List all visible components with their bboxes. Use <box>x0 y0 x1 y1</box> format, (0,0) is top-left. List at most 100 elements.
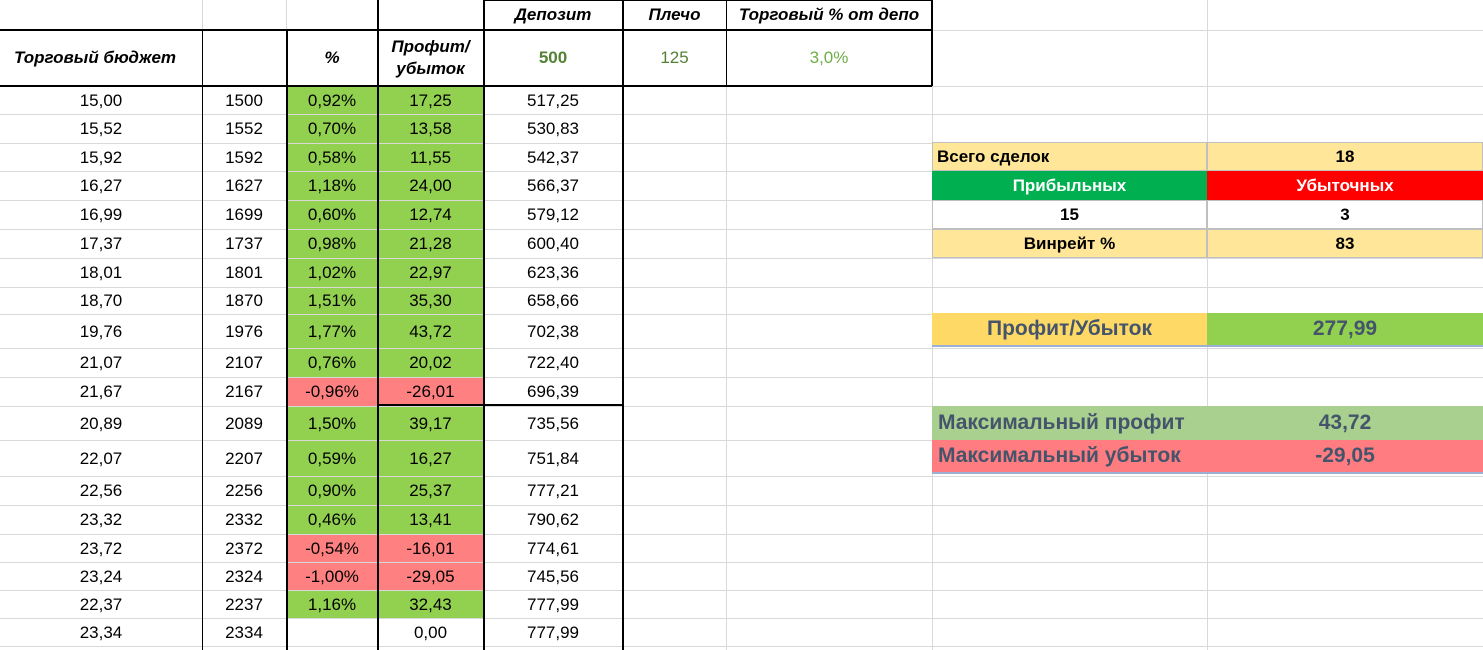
winrate-label[interactable]: Винрейт % <box>932 229 1207 258</box>
deposit-cell[interactable]: 774,61 <box>483 535 623 562</box>
wins-value[interactable]: 15 <box>932 200 1207 229</box>
deposit-cell[interactable]: 735,56 <box>483 407 623 440</box>
budget-cell[interactable]: 23,24 <box>0 563 202 590</box>
deposit-cell[interactable]: 579,12 <box>483 201 623 229</box>
percent-cell[interactable]: -1,00% <box>286 563 378 590</box>
budget-cell[interactable]: 16,27 <box>0 172 202 200</box>
header-budget[interactable]: Торговый бюджет <box>0 30 202 86</box>
percent-cell[interactable]: 1,02% <box>286 259 378 287</box>
budget-cell[interactable]: 18,70 <box>0 288 202 314</box>
deposit-cell[interactable]: 658,66 <box>483 288 623 314</box>
budget-cell[interactable]: 22,07 <box>0 441 202 476</box>
percent-cell[interactable]: 1,18% <box>286 172 378 200</box>
percent-cell[interactable]: 0,59% <box>286 441 378 476</box>
percent-cell[interactable]: -0,96% <box>286 378 378 406</box>
profit-loss-cell[interactable]: -16,01 <box>378 535 483 562</box>
pl-value[interactable]: 277,99 <box>1207 313 1483 347</box>
profit-loss-cell[interactable]: 13,58 <box>378 115 483 143</box>
deposit-cell[interactable]: 722,40 <box>483 349 623 377</box>
budget-cell[interactable]: 23,72 <box>0 535 202 562</box>
position-size-cell[interactable]: 2237 <box>202 591 286 618</box>
percent-cell[interactable]: 0,46% <box>286 506 378 534</box>
max-loss-value[interactable]: -29,05 <box>1207 440 1483 474</box>
profit-loss-cell[interactable]: 43,72 <box>378 315 483 348</box>
percent-cell[interactable]: 1,16% <box>286 591 378 618</box>
percent-cell[interactable]: 1,51% <box>286 288 378 314</box>
position-size-cell[interactable]: 2324 <box>202 563 286 590</box>
percent-cell[interactable]: 0,90% <box>286 477 378 505</box>
winrate-value[interactable]: 83 <box>1207 229 1483 258</box>
percent-cell[interactable]: -0,54% <box>286 535 378 562</box>
budget-cell[interactable]: 15,92 <box>0 144 202 171</box>
percent-cell[interactable]: 1,77% <box>286 315 378 348</box>
profit-loss-cell[interactable]: -26,01 <box>378 378 483 406</box>
budget-cell[interactable]: 20,89 <box>0 407 202 440</box>
percent-cell[interactable]: 0,58% <box>286 144 378 171</box>
deposit-cell[interactable]: 745,56 <box>483 563 623 590</box>
deposit-cell[interactable]: 777,99 <box>483 591 623 618</box>
header-deposit[interactable]: Депозит <box>483 0 623 30</box>
profit-loss-cell[interactable]: 11,55 <box>378 144 483 171</box>
budget-cell[interactable]: 23,32 <box>0 506 202 534</box>
position-size-cell[interactable]: 1627 <box>202 172 286 200</box>
profit-loss-cell[interactable]: 13,41 <box>378 506 483 534</box>
profit-loss-cell[interactable]: 16,27 <box>378 441 483 476</box>
losses-value[interactable]: 3 <box>1207 200 1483 229</box>
profit-loss-cell[interactable]: 21,28 <box>378 230 483 258</box>
percent-cell[interactable]: 0,70% <box>286 115 378 143</box>
position-size-cell[interactable]: 1592 <box>202 144 286 171</box>
position-size-cell[interactable]: 1976 <box>202 315 286 348</box>
budget-cell[interactable]: 18,01 <box>0 259 202 287</box>
deposit-value[interactable]: 500 <box>483 30 623 86</box>
budget-cell[interactable]: 21,67 <box>0 378 202 406</box>
deposit-cell[interactable]: 517,25 <box>483 87 623 114</box>
profit-loss-cell[interactable]: 0,00 <box>378 619 483 646</box>
header-percent[interactable]: % <box>286 30 378 86</box>
profit-loss-cell[interactable]: 22,97 <box>378 259 483 287</box>
header-leverage[interactable]: Плечо <box>623 0 726 30</box>
position-size-cell[interactable]: 1737 <box>202 230 286 258</box>
deposit-cell[interactable]: 600,40 <box>483 230 623 258</box>
budget-cell[interactable]: 16,99 <box>0 201 202 229</box>
percent-cell[interactable]: 0,92% <box>286 87 378 114</box>
max-profit-label[interactable]: Максимальный профит <box>932 406 1207 440</box>
percent-cell[interactable]: 0,98% <box>286 230 378 258</box>
position-size-cell[interactable]: 2372 <box>202 535 286 562</box>
position-size-cell[interactable]: 2089 <box>202 407 286 440</box>
profit-loss-cell[interactable]: -29,05 <box>378 563 483 590</box>
deposit-cell[interactable]: 790,62 <box>483 506 623 534</box>
deposit-cell[interactable]: 777,99 <box>483 619 623 646</box>
deposit-cell[interactable]: 777,21 <box>483 477 623 505</box>
profit-loss-cell[interactable]: 39,17 <box>378 407 483 440</box>
max-profit-value[interactable]: 43,72 <box>1207 406 1483 440</box>
percent-cell[interactable]: 1,50% <box>286 407 378 440</box>
profit-loss-cell[interactable]: 25,37 <box>378 477 483 505</box>
header-profit-loss[interactable]: Профит/ убыток <box>378 30 483 86</box>
trade-pct-value[interactable]: 3,0% <box>726 30 932 86</box>
budget-cell[interactable]: 17,37 <box>0 230 202 258</box>
position-size-cell[interactable]: 1552 <box>202 115 286 143</box>
position-size-cell[interactable]: 2334 <box>202 619 286 646</box>
deposit-cell[interactable]: 751,84 <box>483 441 623 476</box>
position-size-cell[interactable]: 2167 <box>202 378 286 406</box>
profit-loss-cell[interactable]: 35,30 <box>378 288 483 314</box>
deposit-cell[interactable]: 696,39 <box>483 378 623 406</box>
header-trade-pct[interactable]: Торговый % от депо <box>726 0 932 30</box>
budget-cell[interactable]: 15,52 <box>0 115 202 143</box>
percent-cell[interactable] <box>286 619 378 646</box>
budget-cell[interactable]: 22,56 <box>0 477 202 505</box>
profit-loss-cell[interactable]: 17,25 <box>378 87 483 114</box>
deposit-cell[interactable]: 623,36 <box>483 259 623 287</box>
total-trades-label[interactable]: Всего сделок <box>932 142 1207 171</box>
budget-cell[interactable]: 23,34 <box>0 619 202 646</box>
position-size-cell[interactable]: 2207 <box>202 441 286 476</box>
deposit-cell[interactable]: 530,83 <box>483 115 623 143</box>
leverage-value[interactable]: 125 <box>623 30 726 86</box>
profit-loss-cell[interactable]: 32,43 <box>378 591 483 618</box>
position-size-cell[interactable]: 1699 <box>202 201 286 229</box>
pl-label[interactable]: Профит/Убыток <box>932 313 1207 347</box>
losses-header[interactable]: Убыточных <box>1207 171 1483 200</box>
position-size-cell[interactable]: 1500 <box>202 87 286 114</box>
position-size-cell[interactable]: 1870 <box>202 288 286 314</box>
profit-loss-cell[interactable]: 20,02 <box>378 349 483 377</box>
